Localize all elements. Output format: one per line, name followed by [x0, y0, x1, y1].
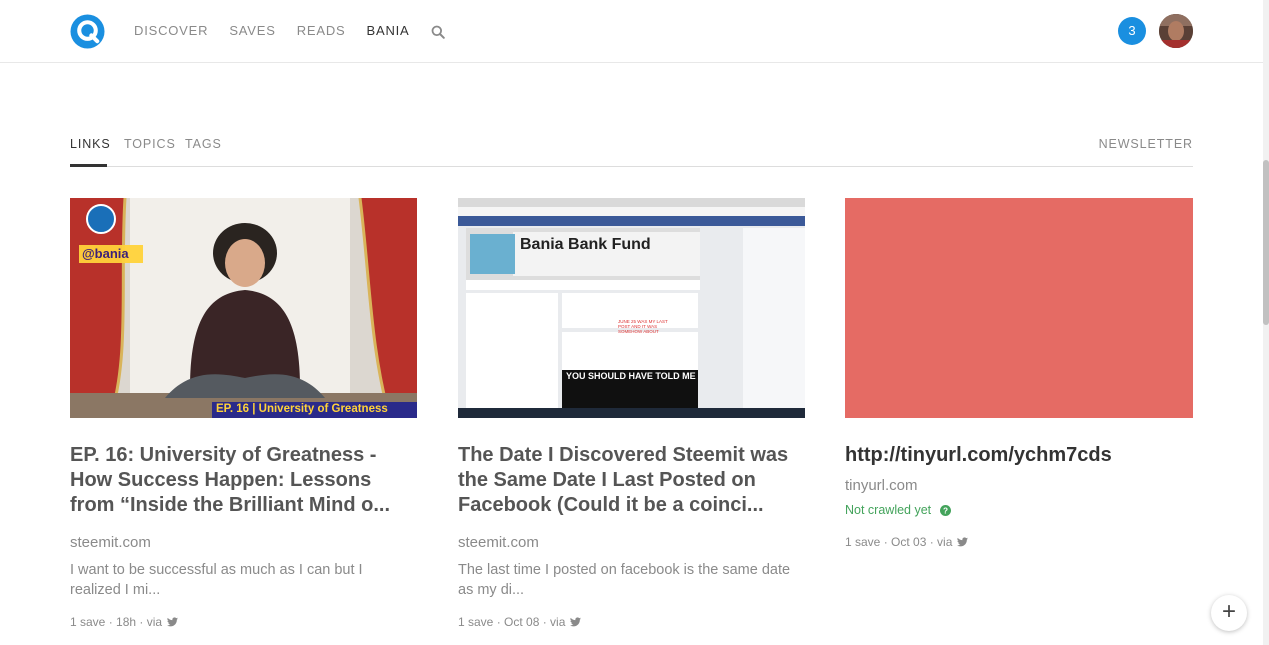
card-domain[interactable]: tinyurl.com — [845, 477, 1193, 494]
thumbnail-handle-text: @bania — [82, 246, 129, 261]
card-domain[interactable]: steemit.com — [70, 534, 417, 551]
top-navigation: DISCOVER SAVES READS BANIA 3 — [0, 0, 1263, 63]
nav-discover[interactable]: DISCOVER — [134, 23, 208, 39]
thumbnail-post-note: JUNE 25 WAS MY LAST POST AND IT WAS SOME… — [618, 319, 668, 335]
twitter-icon[interactable] — [570, 617, 582, 627]
svg-text:?: ? — [943, 506, 948, 515]
page-scrollbar[interactable] — [1263, 0, 1269, 645]
help-icon[interactable]: ? — [940, 504, 952, 516]
thumbnail-episode-text: EP. 16 | University of Greatness — [216, 403, 388, 415]
user-avatar[interactable] — [1159, 14, 1193, 48]
card-meta: 1 save · Oct 03 · via — [845, 535, 1193, 549]
thumbnail-meme-text: YOU SHOULD HAVE TOLD ME — [566, 371, 696, 381]
newsletter-link[interactable]: NEWSLETTER — [1099, 137, 1193, 151]
tab-links[interactable]: LINKS — [70, 137, 111, 151]
thumbnail-image — [70, 198, 417, 418]
add-link-button[interactable]: + — [1211, 595, 1247, 631]
card-thumbnail[interactable]: @bania EP. 16 | University of Greatness — [70, 198, 417, 418]
nav-saves[interactable]: SAVES — [229, 23, 275, 39]
nav-reads[interactable]: READS — [297, 23, 346, 39]
thumbnail-image — [458, 198, 805, 418]
avatar-image — [1159, 14, 1193, 48]
card-title[interactable]: EP. 16: University of Greatness - How Su… — [70, 443, 417, 518]
link-card[interactable]: Bania Bank Fund JUNE 25 WAS MY LAST POST… — [458, 198, 805, 629]
card-domain[interactable]: steemit.com — [458, 534, 805, 551]
card-meta: 1 save · 18h · via — [70, 615, 417, 629]
link-card[interactable]: @bania EP. 16 | University of Greatness … — [70, 198, 417, 629]
card-excerpt: I want to be successful as much as I can… — [70, 562, 363, 598]
card-title[interactable]: The Date I Discovered Steemit was the Sa… — [458, 443, 805, 518]
card-meta-text: 1 save · Oct 03 · via — [845, 535, 953, 549]
link-card[interactable]: http://tinyurl.com/ychm7cds tinyurl.com … — [845, 198, 1193, 549]
thumbnail-page-title: Bania Bank Fund — [520, 236, 651, 253]
tab-topics[interactable]: TOPICS — [124, 137, 176, 151]
twitter-icon[interactable] — [167, 617, 179, 627]
crawl-status: Not crawled yet ? — [845, 503, 1193, 517]
tab-tags[interactable]: TAGS — [185, 137, 222, 151]
card-meta-text: 1 save · Oct 08 · via — [458, 615, 566, 629]
notification-badge[interactable]: 3 — [1118, 17, 1146, 45]
twitter-icon[interactable] — [957, 537, 969, 547]
scrollbar-thumb[interactable] — [1263, 160, 1269, 325]
active-tab-indicator — [70, 164, 107, 167]
card-thumbnail-placeholder[interactable] — [845, 198, 1193, 418]
card-excerpt: The last time I posted on facebook is th… — [458, 562, 791, 598]
content-tabs: LINKS TOPICS TAGS NEWSLETTER — [70, 130, 1193, 167]
app-logo-icon[interactable] — [70, 14, 105, 49]
card-meta-text: 1 save · 18h · via — [70, 615, 163, 629]
card-thumbnail[interactable]: Bania Bank Fund JUNE 25 WAS MY LAST POST… — [458, 198, 805, 418]
card-meta: 1 save · Oct 08 · via — [458, 615, 805, 629]
nav-profile-bania[interactable]: BANIA — [367, 23, 410, 39]
card-title[interactable]: http://tinyurl.com/ychm7cds — [845, 443, 1193, 468]
main-nav: DISCOVER SAVES READS BANIA — [134, 23, 445, 39]
crawl-status-text: Not crawled yet — [845, 503, 932, 517]
search-icon[interactable] — [431, 25, 445, 39]
